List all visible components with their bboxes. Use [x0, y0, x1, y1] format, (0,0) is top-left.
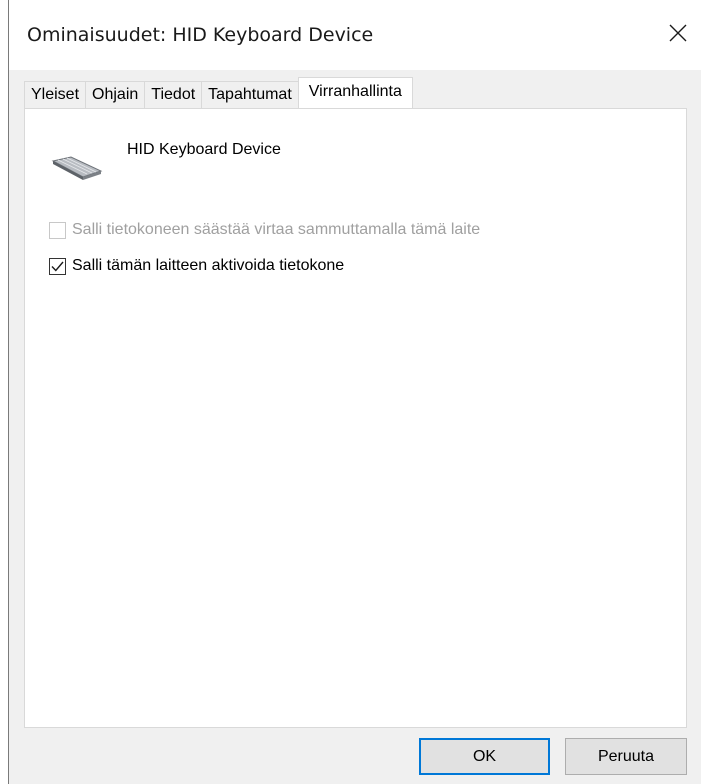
device-name: HID Keyboard Device: [127, 141, 281, 158]
tab-events[interactable]: Tapahtumat: [201, 81, 299, 108]
tab-strip: Yleiset Ohjain Tiedot Tapahtumat Virranh…: [24, 77, 413, 108]
tab-details[interactable]: Tiedot: [144, 81, 203, 108]
ok-button[interactable]: OK: [419, 738, 550, 775]
allow-power-off-label: Salli tietokoneen säästää virtaa sammutt…: [72, 221, 481, 238]
keyboard-icon: [51, 156, 103, 180]
checkmark-icon: [51, 261, 64, 272]
tab-power-management[interactable]: Virranhallinta: [297, 77, 413, 108]
allow-wake-checkbox[interactable]: [49, 257, 66, 275]
option-allow-power-off: Salli tietokoneen säästää virtaa sammutt…: [49, 221, 480, 239]
close-icon: [669, 24, 687, 42]
title-bar: Ominaisuudet: HID Keyboard Device: [9, 0, 701, 70]
window-title: Ominaisuudet: HID Keyboard Device: [27, 24, 374, 46]
option-allow-wake[interactable]: Salli tämän laitteen aktivoida tietokone: [49, 257, 344, 275]
cancel-button[interactable]: Peruuta: [565, 738, 687, 775]
close-button[interactable]: [655, 10, 701, 56]
allow-power-off-checkbox[interactable]: [49, 221, 66, 239]
power-management-panel: HID Keyboard Device Salli tietokoneen sä…: [24, 108, 687, 728]
allow-wake-label: Salli tämän laitteen aktivoida tietokone: [72, 257, 345, 274]
tab-driver[interactable]: Ohjain: [85, 81, 146, 108]
tab-general[interactable]: Yleiset: [24, 81, 87, 108]
properties-dialog: Ominaisuudet: HID Keyboard Device Yleise…: [8, 0, 701, 784]
